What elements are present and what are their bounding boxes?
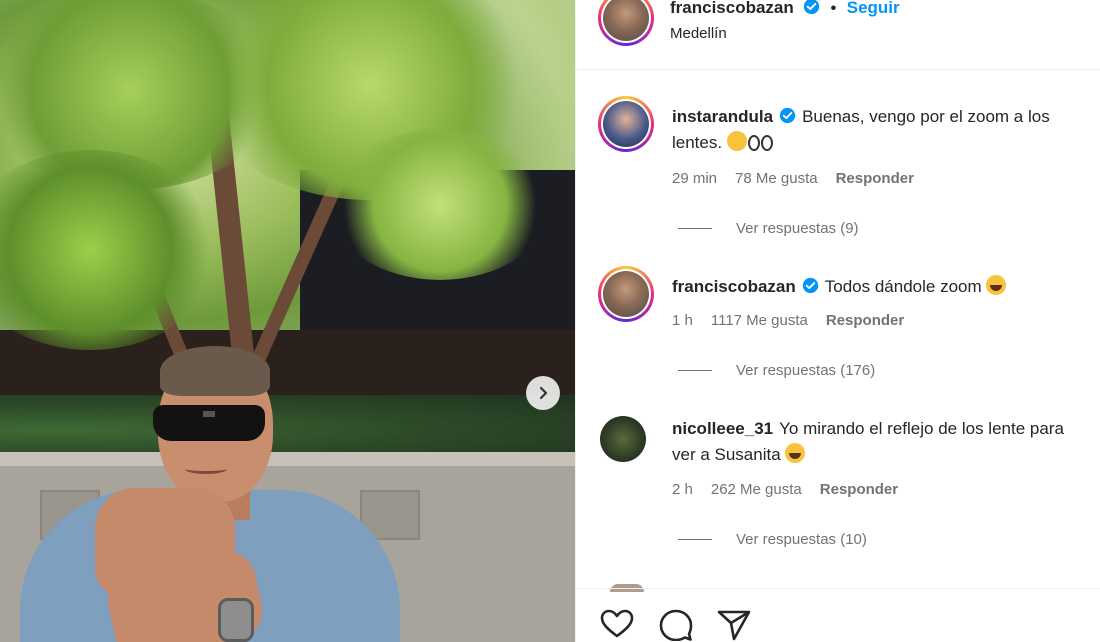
comment-time[interactable]: 29 min [672, 170, 717, 187]
person-hands [95, 488, 235, 598]
replies-line [678, 228, 712, 229]
post-header: franciscobazan • Seguir Medellín [576, 0, 1100, 70]
view-replies-label: Ver respuestas (176) [736, 362, 876, 379]
eyes-emoji-icon [760, 135, 773, 151]
post-image [0, 0, 575, 642]
laughing-emoji-icon [986, 275, 1007, 295]
comment-time[interactable]: 2 h [672, 481, 693, 498]
comment-text: instarandula Buenas, vengo por el zoom a … [672, 104, 1082, 156]
comment-meta: 1 h 1117 Me gusta Responder [672, 312, 904, 329]
wall-ledge [0, 452, 575, 466]
view-replies-button[interactable]: Ver respuestas (10) [678, 531, 867, 548]
comment-body: Todos dándole zoom [824, 277, 982, 296]
author-avatar[interactable] [598, 0, 654, 46]
commenter-avatar[interactable] [598, 96, 654, 152]
view-replies-label: Ver respuestas (9) [736, 220, 859, 237]
comment-text: nicolleee_31 Yo mirando el reflejo de los… [672, 416, 1082, 468]
send-icon[interactable] [717, 609, 751, 641]
comment-icon[interactable] [659, 609, 693, 641]
comment-likes[interactable]: 1117 Me gusta [711, 312, 808, 329]
commenter-username[interactable]: nicolleee_31 [672, 419, 773, 438]
laughing-emoji-icon [785, 443, 806, 463]
tree-foliage [330, 130, 550, 280]
comment-likes[interactable]: 262 Me gusta [711, 481, 802, 498]
comment-likes[interactable]: 78 Me gusta [735, 170, 818, 187]
scream-emoji-icon [726, 131, 747, 151]
comment-meta: 2 h 262 Me gusta Responder [672, 481, 898, 498]
sunglasses [153, 405, 265, 441]
eyes-emoji-icon [747, 135, 760, 151]
verified-badge-icon [804, 0, 820, 15]
wristwatch [218, 598, 254, 642]
reply-button[interactable]: Responder [836, 170, 914, 187]
reply-button[interactable]: Responder [820, 481, 898, 498]
next-image-button[interactable] [526, 376, 560, 410]
comment-text: franciscobazan Todos dándole zoom [672, 274, 1082, 300]
comment-time[interactable]: 1 h [672, 312, 693, 329]
action-bar [576, 588, 1100, 642]
separator-dot: • [830, 0, 837, 17]
commenter-avatar[interactable] [600, 416, 646, 462]
heart-icon[interactable] [600, 609, 634, 639]
view-replies-button[interactable]: Ver respuestas (9) [678, 220, 859, 237]
commenter-avatar[interactable] [598, 266, 654, 322]
person-hair [160, 346, 270, 396]
replies-line [678, 539, 712, 540]
post-side-panel: franciscobazan • Seguir Medellín instara… [575, 0, 1100, 642]
view-replies-button[interactable]: Ver respuestas (176) [678, 362, 875, 379]
post-location[interactable]: Medellín [670, 25, 727, 42]
chevron-right-icon [539, 386, 548, 400]
replies-line [678, 370, 712, 371]
commenter-username[interactable]: franciscobazan [672, 277, 796, 296]
person-smile [185, 464, 227, 474]
verified-badge-icon [779, 107, 796, 124]
comment-meta: 29 min 78 Me gusta Responder [672, 170, 914, 187]
author-username[interactable]: franciscobazan [670, 0, 794, 17]
follow-button[interactable]: Seguir [847, 0, 900, 17]
view-replies-label: Ver respuestas (10) [736, 531, 867, 548]
reply-button[interactable]: Responder [826, 312, 904, 329]
commenter-username[interactable]: instarandula [672, 107, 773, 126]
verified-badge-icon [802, 277, 818, 294]
